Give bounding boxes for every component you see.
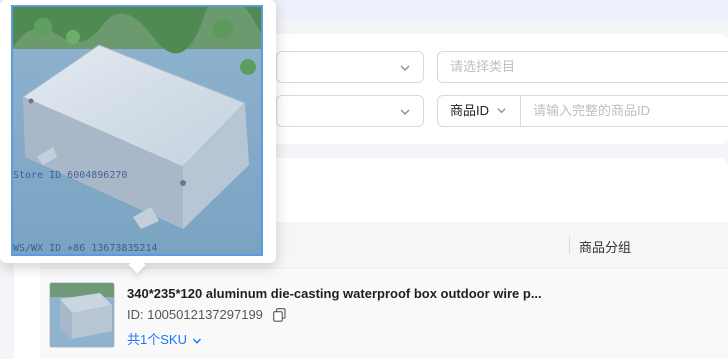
column-divider — [569, 236, 570, 254]
copy-icon[interactable] — [273, 308, 286, 322]
product-thumbnail[interactable] — [49, 282, 115, 348]
sku-toggle[interactable]: 共1个SKU — [127, 329, 202, 348]
chevron-down-icon — [400, 65, 410, 71]
product-id-text: ID: 1005012137297199 — [127, 307, 263, 322]
watermark-contact: WS/WX ID +86 13673835214 — [13, 243, 158, 254]
product-title[interactable]: 340*235*120 aluminum die-casting waterpr… — [127, 286, 542, 301]
chevron-down-icon — [400, 109, 410, 115]
watermark-store-id: Store ID 6004896270 — [13, 170, 128, 181]
filter-select-2[interactable] — [276, 95, 424, 127]
column-header-group: 商品分组 — [579, 240, 632, 255]
id-type-label: 商品ID — [450, 103, 490, 118]
filter-select-1[interactable] — [276, 51, 424, 83]
chevron-down-icon — [192, 338, 201, 344]
sku-count-label: 共1个SKU — [127, 332, 187, 347]
product-preview-image: Store ID 6004896270 WS/WX ID +86 1367383… — [11, 5, 263, 256]
product-id-input[interactable]: 请输入完整的商品ID — [533, 96, 650, 126]
product-thumbnail-image — [50, 283, 114, 347]
product-id-search: 商品ID 请输入完整的商品ID — [437, 95, 728, 127]
category-select[interactable]: 请选择类目 — [437, 51, 728, 83]
id-type-select[interactable]: 商品ID — [438, 96, 521, 126]
chevron-down-icon — [497, 108, 506, 114]
category-placeholder: 请选择类目 — [450, 59, 516, 74]
aluminum-box-illustration — [13, 7, 261, 254]
